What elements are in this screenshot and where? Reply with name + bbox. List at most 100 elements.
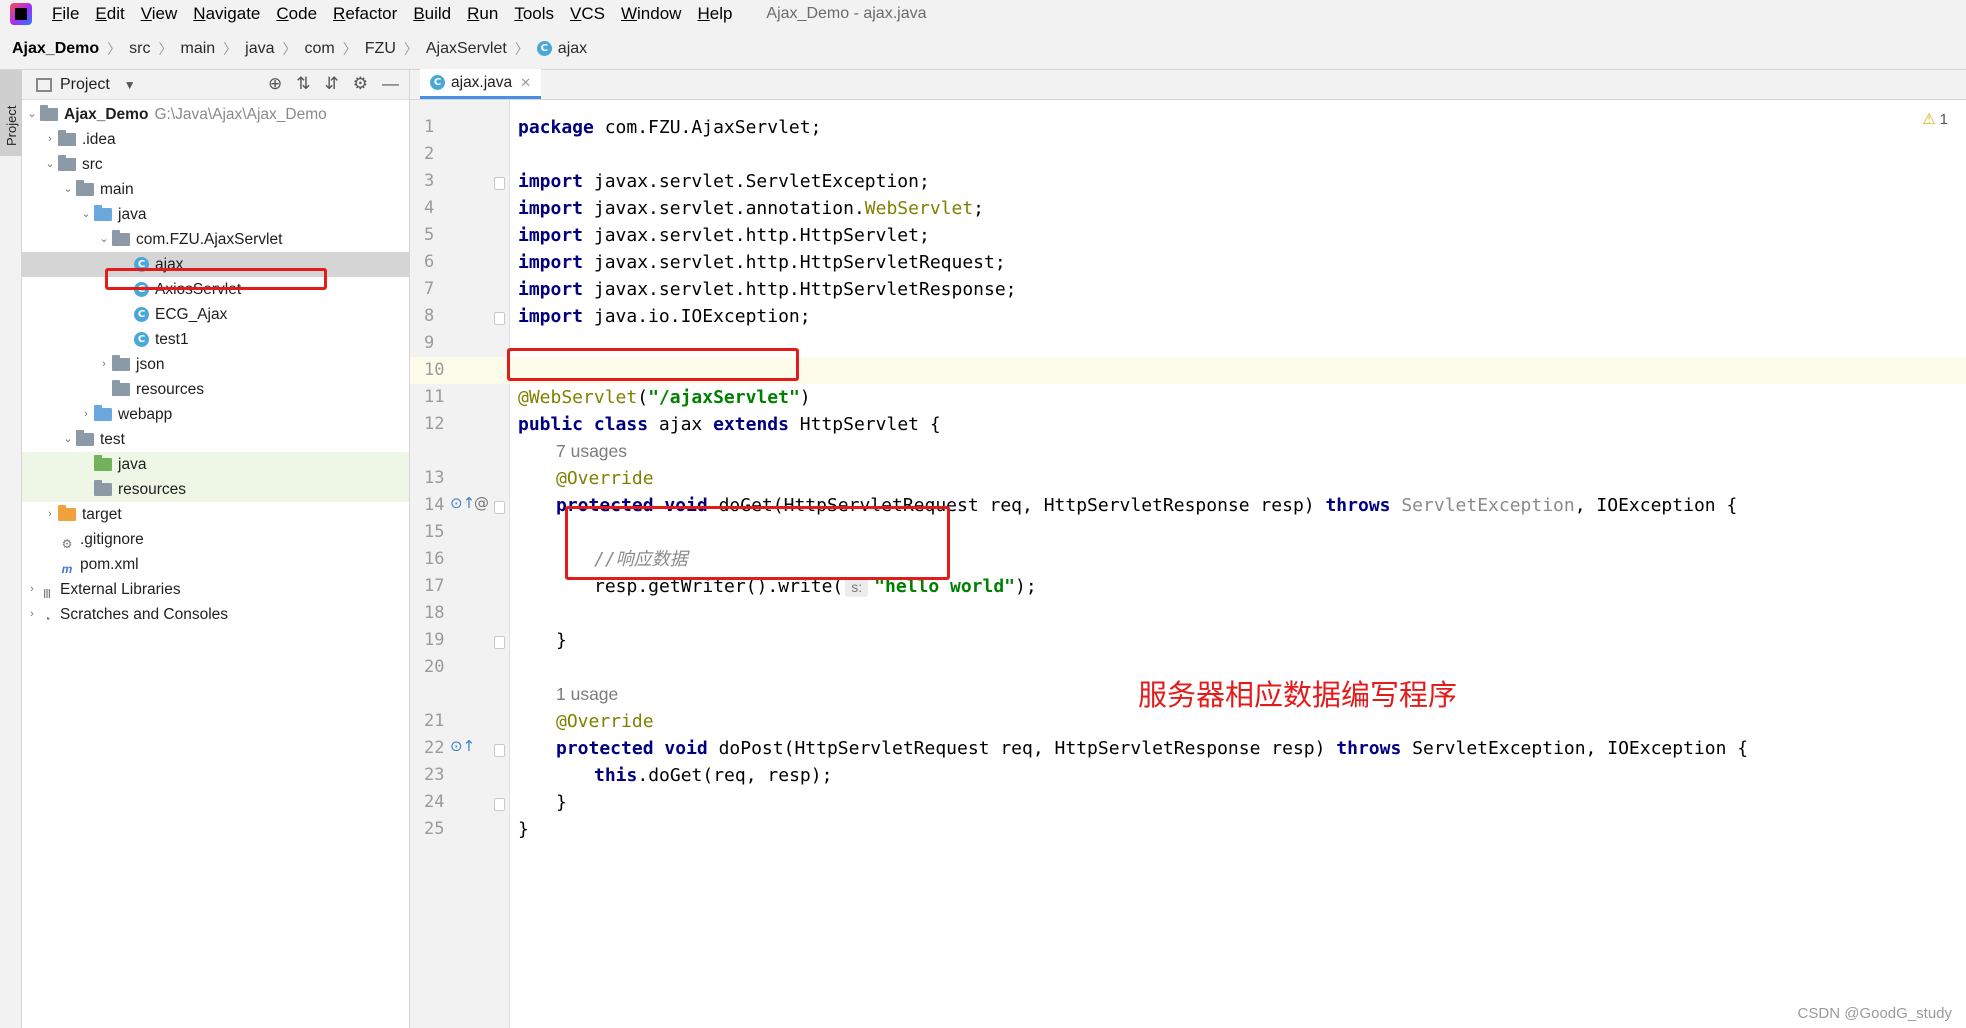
- chevron-right-icon: 〉: [282, 40, 297, 57]
- menu-window[interactable]: Window: [613, 0, 689, 28]
- tree-item-label: json: [136, 356, 165, 373]
- chevron-right-icon[interactable]: ›: [42, 502, 58, 527]
- breadcrumb: Ajax_Demo 〉 src 〉 main 〉 java 〉 com 〉 FZ…: [0, 28, 1966, 70]
- tree-item-label: java: [118, 206, 147, 223]
- menu-file[interactable]: File: [44, 0, 87, 28]
- menu-edit[interactable]: Edit: [87, 0, 132, 28]
- keyword: throws: [1336, 738, 1402, 759]
- fold-marker-icon[interactable]: [494, 798, 505, 811]
- tree-item-test1[interactable]: C test1: [22, 327, 409, 352]
- tree-item-target[interactable]: › target: [22, 502, 409, 527]
- chevron-right-icon[interactable]: ›: [96, 352, 112, 377]
- annotation-marker-icon[interactable]: @: [474, 494, 489, 512]
- close-icon[interactable]: ✕: [520, 75, 531, 91]
- menu-bar: File Edit View Navigate Code Refactor Build Run…: [0, 0, 1966, 28]
- tree-item-label: ajax: [155, 256, 184, 273]
- menu-vcs[interactable]: VCS: [562, 0, 613, 28]
- line-number: 18: [424, 603, 445, 623]
- breadcrumb-item-ajaxservlet[interactable]: AjaxServlet: [426, 40, 507, 58]
- tree-item-webapp[interactable]: › webapp: [22, 402, 409, 427]
- chevron-down-icon[interactable]: ⌄: [60, 177, 76, 202]
- chevron-down-icon[interactable]: ⌄: [42, 152, 58, 177]
- project-tree: ⌄ Ajax_Demo G:\Java\Ajax\Ajax_Demo › .id…: [22, 100, 409, 627]
- tree-item-main[interactable]: ⌄ main: [22, 177, 409, 202]
- tree-item-test-resources[interactable]: resources: [22, 477, 409, 502]
- breadcrumb-item-com[interactable]: com: [305, 40, 335, 58]
- menu-refactor[interactable]: Refactor: [325, 0, 405, 28]
- tree-item-axiosservlet[interactable]: C AxiosServlet: [22, 277, 409, 302]
- menu-code[interactable]: Code: [268, 0, 325, 28]
- breadcrumb-item-ajax[interactable]: ajax: [558, 40, 587, 58]
- fold-marker-icon[interactable]: [494, 636, 505, 649]
- breadcrumb-item-src[interactable]: src: [129, 40, 150, 58]
- tab-label: ajax.java: [451, 73, 513, 91]
- menu-tools[interactable]: Tools: [506, 0, 562, 28]
- breadcrumb-item-project[interactable]: Ajax_Demo: [12, 40, 99, 58]
- chevron-down-icon[interactable]: ⌄: [24, 102, 40, 127]
- tree-item-resources[interactable]: resources: [22, 377, 409, 402]
- tree-item-pom[interactable]: m pom.xml: [22, 552, 409, 577]
- project-tool-tab[interactable]: Project: [0, 70, 22, 156]
- project-panel: Project ▼ ⊕ ⇅ ⇵ ⚙ — ⌄ Ajax_Demo G:\Java\…: [22, 70, 410, 1028]
- hide-panel-icon[interactable]: —: [382, 74, 399, 94]
- tree-item-gitignore[interactable]: ⚙ .gitignore: [22, 527, 409, 552]
- code-text: javax.servlet.http.HttpServlet;: [583, 225, 930, 246]
- chevron-right-icon[interactable]: ›: [78, 402, 94, 427]
- tree-item-src[interactable]: ⌄ src: [22, 152, 409, 177]
- fold-marker-icon[interactable]: [494, 177, 505, 190]
- chevron-down-icon[interactable]: ⌄: [60, 427, 76, 452]
- chevron-right-icon[interactable]: ›: [24, 577, 40, 602]
- menu-build[interactable]: Build: [405, 0, 459, 28]
- tree-item-ajax-demo[interactable]: ⌄ Ajax_Demo G:\Java\Ajax\Ajax_Demo: [22, 102, 409, 127]
- tree-item-ajax-selected[interactable]: C ajax: [22, 252, 409, 277]
- tree-item-scratches[interactable]: › ◔ Scratches and Consoles: [22, 602, 409, 627]
- gear-icon[interactable]: ⚙: [353, 74, 368, 94]
- keyword: import: [518, 171, 584, 192]
- menu-help[interactable]: Help: [689, 0, 740, 28]
- tree-item-java[interactable]: ⌄ java: [22, 202, 409, 227]
- override-method-icon[interactable]: ⊙↑: [450, 737, 475, 755]
- menu-run[interactable]: Run: [459, 0, 506, 28]
- expand-all-icon[interactable]: ⇅: [296, 74, 310, 94]
- collapse-all-icon[interactable]: ⇵: [325, 74, 339, 94]
- fold-marker-icon[interactable]: [494, 501, 505, 514]
- keyword: import: [518, 252, 584, 273]
- fold-marker-icon[interactable]: [494, 744, 505, 757]
- locate-file-icon[interactable]: ⊕: [268, 74, 282, 94]
- package-folder-icon: [112, 355, 130, 371]
- tree-item-test[interactable]: ⌄ test: [22, 427, 409, 452]
- tree-item-test-java[interactable]: java: [22, 452, 409, 477]
- usages-hint[interactable]: 7 usages: [510, 438, 1966, 465]
- menu-navigate[interactable]: Navigate: [185, 0, 268, 28]
- chevron-right-icon[interactable]: ›: [24, 602, 40, 627]
- tree-item-package[interactable]: ⌄ com.FZU.AjaxServlet: [22, 227, 409, 252]
- tree-item-ecg-ajax[interactable]: C ECG_Ajax: [22, 302, 409, 327]
- breadcrumb-item-fzu[interactable]: FZU: [365, 40, 396, 58]
- fold-marker-icon[interactable]: [494, 312, 505, 325]
- chevron-down-icon[interactable]: ⌄: [96, 227, 112, 252]
- keyword: import: [518, 279, 584, 300]
- code-text: ServletException, IOException {: [1401, 738, 1749, 759]
- tree-item-json[interactable]: › json: [22, 352, 409, 377]
- menu-mnemonic: F: [52, 4, 63, 23]
- tab-ajax-java[interactable]: C ajax.java ✕: [420, 69, 542, 99]
- keyword: throws: [1325, 495, 1391, 516]
- breadcrumb-item-main[interactable]: main: [180, 40, 215, 58]
- tree-item-label: target: [82, 506, 122, 523]
- project-tool-tab-label: Project: [4, 105, 19, 146]
- chevron-down-icon[interactable]: ⌄: [78, 202, 94, 227]
- inspection-warning[interactable]: ⚠ 1: [1922, 110, 1948, 128]
- tree-item-external-libraries[interactable]: › Ⅲ External Libraries: [22, 577, 409, 602]
- code-area[interactable]: package com.FZU.AjaxServlet; import java…: [510, 100, 1966, 1028]
- tree-item-label: Ajax_Demo: [64, 106, 149, 123]
- breadcrumb-item-java[interactable]: java: [245, 40, 274, 58]
- tree-item-idea[interactable]: › .idea: [22, 127, 409, 152]
- chevron-down-icon[interactable]: ▼: [124, 78, 136, 92]
- menu-view[interactable]: View: [133, 0, 186, 28]
- keyword: class: [593, 414, 649, 435]
- override-method-icon[interactable]: ⊙↑: [450, 494, 475, 512]
- chevron-right-icon[interactable]: ›: [42, 127, 58, 152]
- intellij-logo-icon: [10, 3, 32, 25]
- line-number: 20: [424, 657, 445, 677]
- project-view-selector[interactable]: Project: [60, 76, 110, 94]
